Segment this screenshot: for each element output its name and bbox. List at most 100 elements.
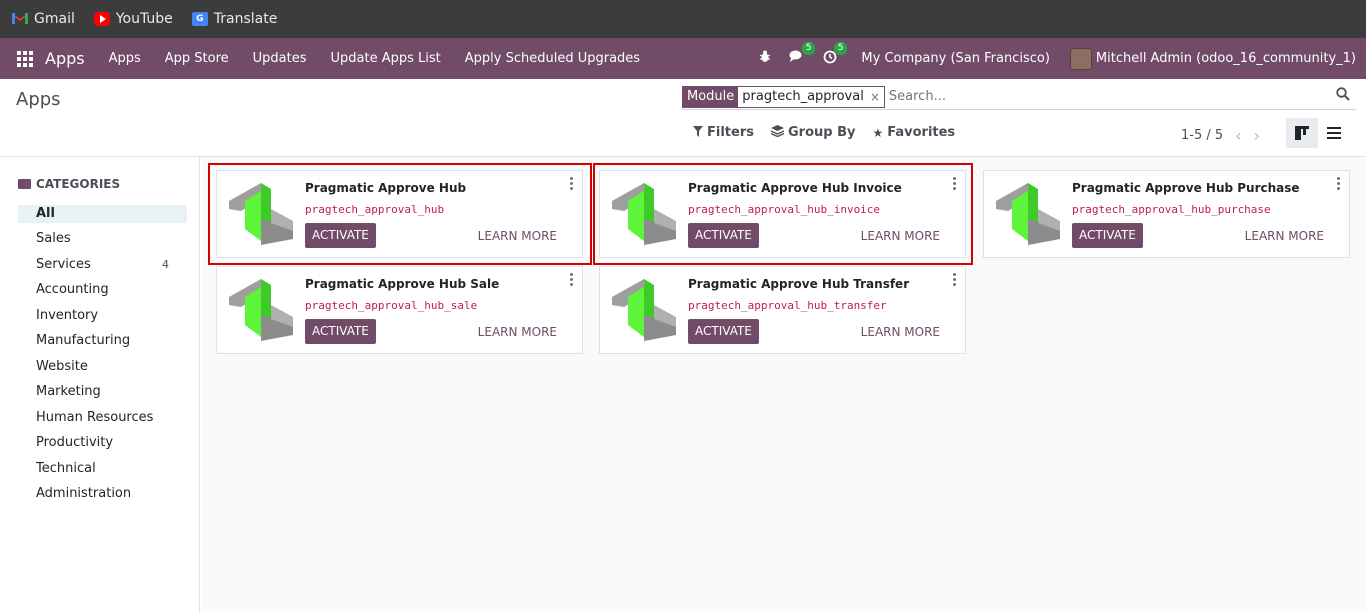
search-input[interactable] [888,89,1356,104]
view-switcher [1286,118,1350,148]
facet-label: Module [683,86,739,107]
company-switcher[interactable]: My Company (San Francisco) [861,51,1049,66]
bookmark-label: YouTube [115,11,173,27]
bookmark-translate[interactable]: G Translate [191,11,278,27]
kebab-menu-icon[interactable] [953,273,957,288]
layers-icon [770,125,785,140]
filter-icon [693,125,703,140]
app-technical-name: pragtech_approval_hub_sale [305,299,478,312]
messages-badge: 5 [801,42,816,55]
pager-next-icon[interactable]: › [1254,126,1260,145]
category-item-marketing[interactable]: Marketing [18,383,187,409]
app-name: Pragmatic Approve Hub Sale [305,277,500,291]
youtube-icon [93,12,110,26]
activate-button[interactable]: ACTIVATE [305,319,376,344]
learn-more-link[interactable]: LEARN MORE [861,325,940,339]
gmail-icon [12,12,28,26]
user-menu[interactable]: Mitchell Admin (odoo_16_community_1) [1096,51,1356,66]
pager-previous-icon[interactable]: ‹ [1235,126,1241,145]
category-label: Marketing [36,384,101,399]
category-label: Productivity [36,435,114,450]
app-logo-icon [225,275,297,347]
app-logo-icon [608,275,680,347]
menu-updates[interactable]: Updates [253,51,307,66]
pager: 1-5 / 5 ‹ › [1181,126,1260,145]
messages-icon[interactable]: 5 [789,42,816,67]
highlight-box [208,163,592,265]
user-avatar[interactable] [1069,47,1092,70]
facet-value: pragtech_approval [742,88,864,104]
app-grid-icon[interactable] [17,50,33,67]
categories-heading-label: CATEGORIES [36,177,121,191]
debug-bug-icon[interactable] [759,50,771,67]
categories-heading: CATEGORIES [18,177,120,191]
category-item-administration[interactable]: Administration [18,485,187,511]
groupby-button[interactable]: Group By [770,125,856,140]
app-technical-name: pragtech_approval_hub_transfer [688,299,887,312]
kanban-view: Pragmatic Approve Hub pragtech_approval_… [201,157,1366,612]
breadcrumb: Apps [16,89,61,110]
app-card-approve-hub-purchase[interactable]: Pragmatic Approve Hub Purchase pragtech_… [983,170,1350,258]
category-count: 4 [162,257,169,271]
folder-icon [18,179,31,189]
app-card-approve-hub-transfer[interactable]: Pragmatic Approve Hub Transfer pragtech_… [599,266,966,354]
search-icon[interactable] [1336,87,1350,101]
facet-remove-icon[interactable]: × [868,87,884,107]
pager-value[interactable]: 1-5 / 5 [1181,128,1223,143]
app-brand[interactable]: Apps [45,49,85,68]
translate-icon: G [191,12,208,26]
app-technical-name: pragtech_approval_hub_purchase [1072,203,1271,216]
category-item-all[interactable]: All [18,205,187,223]
favorites-label: Favorites [887,125,956,140]
bookmark-youtube[interactable]: YouTube [93,11,173,27]
search-facet: Module pragtech_approval × [682,85,885,108]
activate-button[interactable]: ACTIVATE [1072,223,1143,248]
app-name: Pragmatic Approve Hub Transfer [688,277,910,291]
category-label: All [36,206,55,221]
main-navbar: Apps Apps App Store Updates Update Apps … [0,38,1366,79]
category-label: Inventory [36,307,99,323]
category-label: Website [36,358,88,374]
activities-badge: 5 [833,41,848,55]
category-label: Services [36,256,91,272]
learn-more-link[interactable]: LEARN MORE [1245,229,1324,243]
menu-update-apps-list[interactable]: Update Apps List [331,51,441,66]
activities-clock-icon[interactable]: 5 [823,41,848,68]
category-item-human-resources[interactable]: Human Resources [18,409,187,435]
category-label: Manufacturing [36,333,131,348]
app-card-approve-hub-sale[interactable]: Pragmatic Approve Hub Sale pragtech_appr… [216,266,583,354]
menu-apply-scheduled-upgrades[interactable]: Apply Scheduled Upgrades [465,51,640,66]
category-item-manufacturing[interactable]: Manufacturing [18,332,187,358]
kanban-view-icon[interactable] [1286,118,1318,148]
category-item-technical[interactable]: Technical [18,460,187,486]
filters-label: Filters [707,125,754,140]
menu-apps[interactable]: Apps [109,51,141,66]
category-item-website[interactable]: Website [18,358,187,384]
bookmark-label: Translate [213,11,278,27]
filters-button[interactable]: Filters [693,125,754,140]
menu-app-store[interactable]: App Store [165,51,229,66]
kebab-menu-icon[interactable] [570,273,574,288]
category-label: Sales [36,231,71,246]
learn-more-link[interactable]: LEARN MORE [478,325,557,339]
activate-button[interactable]: ACTIVATE [688,319,759,344]
favorites-button[interactable]: ★ Favorites [872,125,955,140]
category-item-productivity[interactable]: Productivity [18,434,187,460]
kebab-menu-icon[interactable] [1337,177,1341,192]
category-item-inventory[interactable]: Inventory [18,307,187,333]
app-name: Pragmatic Approve Hub Purchase [1072,181,1300,195]
category-item-sales[interactable]: Sales [18,230,187,256]
highlight-box [593,163,973,265]
list-view-icon[interactable] [1318,118,1350,148]
search-options: Filters Group By ★ Favorites [693,125,972,140]
category-item-services[interactable]: Services 4 [18,256,187,282]
category-item-accounting[interactable]: Accounting [18,281,187,307]
bookmark-label: Gmail [34,11,75,27]
category-label: Technical [36,460,96,476]
bookmarks-bar: Gmail YouTube G Translate [0,0,1366,38]
bookmark-gmail[interactable]: Gmail [12,11,75,27]
app-logo-icon [992,179,1064,251]
search-bar[interactable]: Module pragtech_approval × [682,84,1356,110]
groupby-label: Group By [787,125,856,140]
category-label: Human Resources [36,409,154,425]
